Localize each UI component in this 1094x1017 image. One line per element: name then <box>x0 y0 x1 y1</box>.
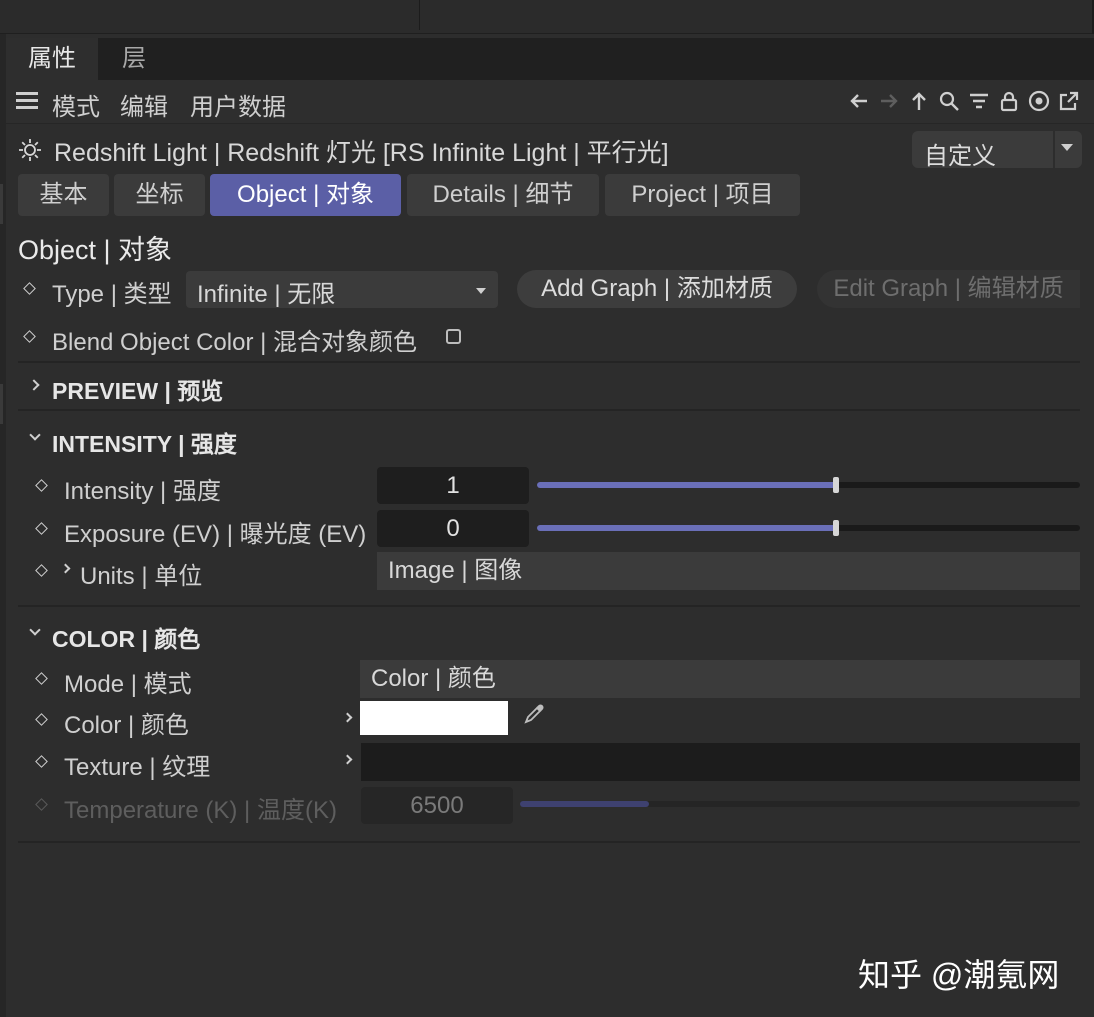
type-dropdown[interactable]: Infinite | 无限 <box>186 271 498 308</box>
temperature-input: 6500 <box>361 787 513 824</box>
preset-divider <box>1053 131 1055 168</box>
search-icon[interactable] <box>938 90 960 112</box>
panel-tab-bar: 属性 层 <box>6 38 1094 80</box>
menu-edit[interactable]: 编辑 <box>120 87 168 122</box>
texture-label: Texture | 纹理 <box>64 747 210 782</box>
chevron-down-icon[interactable] <box>29 624 40 635</box>
group-color[interactable]: COLOR | 颜色 <box>52 620 200 654</box>
external-link-icon[interactable] <box>1058 90 1080 112</box>
chevron-right-icon[interactable] <box>343 713 353 723</box>
tab-attributes[interactable]: 属性 <box>6 38 98 80</box>
slider-handle[interactable] <box>833 520 839 536</box>
keyframe-diamond-icon[interactable] <box>23 330 36 343</box>
arrow-left-icon[interactable] <box>848 90 870 112</box>
arrow-right-icon[interactable] <box>878 90 900 112</box>
subtab-details[interactable]: Details | 细节 <box>407 174 599 216</box>
keyframe-diamond-icon[interactable] <box>35 713 48 726</box>
group-intensity[interactable]: INTENSITY | 强度 <box>52 425 237 459</box>
object-title: Redshift Light | Redshift 灯光 [RS Infinit… <box>54 133 669 169</box>
sun-light-icon <box>18 138 42 162</box>
exposure-slider[interactable] <box>537 525 1080 531</box>
section-title: Object | 对象 <box>18 228 172 267</box>
chevron-down-icon[interactable] <box>1061 144 1073 151</box>
blend-label: Blend Object Color | 混合对象颜色 <box>52 322 417 357</box>
chevron-down-icon <box>476 288 486 294</box>
blend-checkbox[interactable] <box>446 329 461 344</box>
keyframe-diamond-icon[interactable] <box>23 282 36 295</box>
slider-fill <box>537 525 836 531</box>
edit-graph-button[interactable]: Edit Graph | 编辑材质 <box>817 270 1080 308</box>
target-icon[interactable] <box>1028 90 1050 112</box>
units-label: Units | 单位 <box>80 556 202 591</box>
divider <box>18 361 1080 363</box>
lock-icon[interactable] <box>998 90 1020 112</box>
units-field[interactable]: Image | 图像 <box>377 552 1080 590</box>
mode-label: Mode | 模式 <box>64 664 192 699</box>
subtab-basic[interactable]: 基本 <box>18 174 109 216</box>
color-label: Color | 颜色 <box>64 705 189 740</box>
add-graph-button[interactable]: Add Graph | 添加材质 <box>517 270 797 308</box>
slider-fill <box>520 801 649 807</box>
keyframe-diamond-icon[interactable] <box>35 479 48 492</box>
menu-bar: 模式 编辑 用户数据 <box>6 80 1094 124</box>
intensity-input[interactable]: 1 <box>377 467 529 504</box>
slider-fill <box>537 482 836 488</box>
chevron-right-icon[interactable] <box>28 379 39 390</box>
keyframe-diamond-icon[interactable] <box>35 522 48 535</box>
intensity-slider[interactable] <box>537 482 1080 488</box>
slider-handle[interactable] <box>833 477 839 493</box>
divider <box>18 605 1080 607</box>
group-preview[interactable]: PREVIEW | 预览 <box>52 372 223 406</box>
keyframe-diamond-icon[interactable] <box>35 672 48 685</box>
chevron-down-icon[interactable] <box>29 429 40 440</box>
texture-slot[interactable] <box>361 743 1080 781</box>
chevron-right-icon[interactable] <box>61 564 71 574</box>
filter-icon[interactable] <box>968 90 990 112</box>
temperature-label: Temperature (K) | 温度(K) <box>64 790 337 825</box>
subtab-coordinates[interactable]: 坐标 <box>114 174 205 216</box>
arrow-up-icon[interactable] <box>908 90 930 112</box>
tab-layers[interactable]: 层 <box>100 38 168 80</box>
menu-user-data[interactable]: 用户数据 <box>190 87 286 122</box>
type-value: Infinite | 无限 <box>197 274 335 309</box>
intensity-label: Intensity | 强度 <box>64 471 221 506</box>
watermark: 知乎 @潮氪网 <box>858 950 1059 996</box>
divider <box>18 841 1080 843</box>
preset-dropdown[interactable]: 自定义 <box>912 131 1082 168</box>
keyframe-diamond-icon[interactable] <box>35 564 48 577</box>
temperature-slider <box>520 801 1080 807</box>
keyframe-diamond-icon[interactable] <box>35 755 48 768</box>
mode-dropdown[interactable]: Color | 颜色 <box>360 660 1080 698</box>
divider <box>18 409 1080 411</box>
preset-value: 自定义 <box>924 136 996 171</box>
top-strip <box>0 0 1094 34</box>
color-swatch[interactable] <box>360 701 508 735</box>
chevron-right-icon[interactable] <box>343 755 353 765</box>
subtab-object[interactable]: Object | 对象 <box>210 174 401 216</box>
toolbar-icons <box>848 90 1080 114</box>
exposure-label: Exposure (EV) | 曝光度 (EV) <box>64 514 366 549</box>
top-divider <box>419 0 420 30</box>
type-label: Type | 类型 <box>52 274 172 309</box>
edge-handle <box>0 184 3 224</box>
subtab-project[interactable]: Project | 项目 <box>605 174 800 216</box>
attribute-subtabs: 基本 坐标 Object | 对象 Details | 细节 Project |… <box>6 174 1094 218</box>
menu-mode[interactable]: 模式 <box>52 87 100 122</box>
edge-handle <box>0 384 3 424</box>
keyframe-diamond-icon <box>35 798 48 811</box>
eyedropper-icon[interactable] <box>522 702 546 726</box>
exposure-input[interactable]: 0 <box>377 510 529 547</box>
object-header: Redshift Light | Redshift 灯光 [RS Infinit… <box>6 128 1094 170</box>
hamburger-menu-icon[interactable] <box>16 92 38 110</box>
